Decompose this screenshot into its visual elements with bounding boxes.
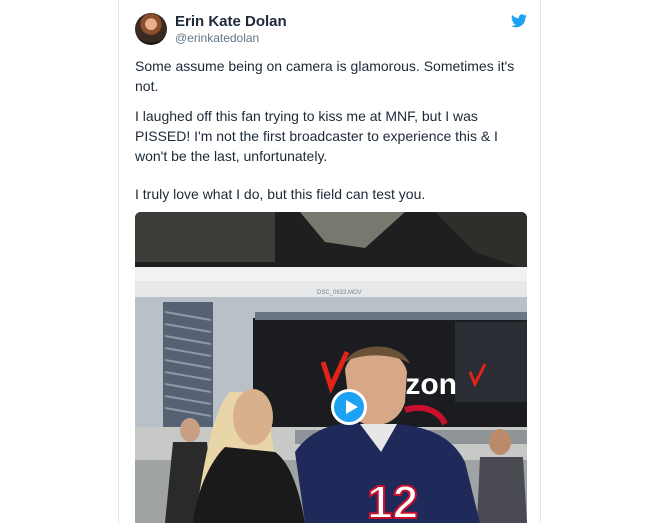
video-frame: izon DSC_0633.MOV 12 (135, 212, 527, 523)
play-icon[interactable] (331, 389, 367, 425)
tweet-paragraph-2: I laughed off this fan trying to kiss me… (135, 108, 498, 164)
tweet-video[interactable]: izon DSC_0633.MOV 12 (135, 212, 527, 523)
tweet-paragraph-1: Some assume being on camera is glamorous… (135, 58, 515, 94)
twitter-bird-icon[interactable] (511, 14, 527, 28)
author-handle[interactable]: @erinkatedolan (175, 31, 259, 45)
tweet-paragraph-3: I truly love what I do, but this field c… (135, 186, 426, 202)
author-name[interactable]: Erin Kate Dolan (175, 13, 287, 30)
tweet-card: Erin Kate Dolan @erinkatedolan Some assu… (118, 0, 541, 523)
overlay-filename: DSC_0633.MOV (317, 290, 362, 296)
jersey-number: 12 (367, 476, 418, 523)
author-avatar[interactable] (135, 13, 167, 45)
